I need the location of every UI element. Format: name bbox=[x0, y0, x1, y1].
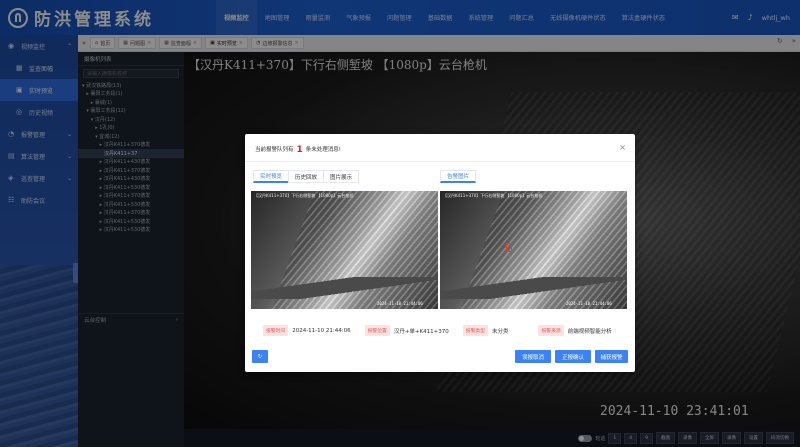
railway-track bbox=[440, 277, 627, 299]
detection-box bbox=[506, 243, 512, 252]
live-preview-image[interactable]: 【汉丹K411+370】下行右侧堑坡 【1080p】云台枪机 2024-11-1… bbox=[251, 191, 438, 309]
alarm-queue-suffix: 条未处理消息! bbox=[305, 147, 341, 153]
refresh-button[interactable]: ↻ bbox=[252, 350, 268, 363]
alarm-info-row: 报警时间 2024-11-10 21:44:06 报警位置 汉丹+单+K411+… bbox=[263, 325, 626, 336]
alarm-location-tag: 报警位置 bbox=[364, 325, 390, 336]
tab-history-playback[interactable]: 历史回放 bbox=[288, 170, 325, 183]
alarm-image-timestamp: 2024-11-10 21:44:06 bbox=[566, 301, 612, 306]
capture-alarm-button[interactable]: 捕获报警 bbox=[595, 350, 628, 363]
refresh-icon: ↻ bbox=[257, 353, 263, 360]
alarm-type-tag: 报警类型 bbox=[462, 325, 488, 336]
railway-track bbox=[251, 277, 438, 299]
dialog-tabs: 实时预览 历史回放 图片展示 bbox=[253, 170, 360, 183]
alarm-dialog: 当前报警队列有 1 条未处理消息! × 实时预览 历史回放 图片展示 告警图片 【汉… bbox=[245, 134, 635, 372]
alarm-queue-message: 当前报警队列有 1 条未处理消息! bbox=[255, 145, 341, 155]
dialog-divider bbox=[245, 161, 635, 162]
close-icon[interactable]: × bbox=[619, 143, 626, 152]
alarm-time-tag: 报警时间 bbox=[263, 325, 289, 336]
alarm-source-tag: 报警来源 bbox=[538, 325, 564, 336]
alarm-snapshot-image[interactable]: 【汉丹K411+370】下行右侧堑坡 【1080p】云台枪机 2024-11-1… bbox=[440, 191, 627, 309]
alarm-image-tab-wrap: 告警图片 bbox=[440, 170, 477, 183]
confirm-alarm-button[interactable]: 正报确认 bbox=[555, 350, 591, 363]
alarm-time-value: 2024-11-10 21:44:06 bbox=[292, 327, 351, 334]
tab-alarm-image[interactable]: 告警图片 bbox=[440, 170, 477, 183]
alarm-location-value: 汉丹+单+K411+370 bbox=[393, 328, 449, 335]
alarm-source-value: 前端视频智能分析 bbox=[567, 328, 612, 335]
live-image-caption: 【汉丹K411+370】下行右侧堑坡 【1080p】云台枪机 bbox=[254, 193, 354, 198]
alarm-queue-prefix: 当前报警队列有 bbox=[255, 147, 294, 153]
tab-live-preview[interactable]: 实时预览 bbox=[253, 170, 290, 183]
alarm-type-value: 未分类 bbox=[491, 328, 509, 335]
alarm-count: 1 bbox=[296, 145, 303, 155]
live-image-timestamp: 2024-11-10 21:44:06 bbox=[377, 301, 423, 306]
false-alarm-button[interactable]: 误报取消 bbox=[515, 350, 551, 363]
alarm-image-caption: 【汉丹K411+370】下行右侧堑坡 【1080p】云台枪机 bbox=[443, 193, 543, 198]
tab-image-display[interactable]: 图片展示 bbox=[323, 170, 360, 183]
